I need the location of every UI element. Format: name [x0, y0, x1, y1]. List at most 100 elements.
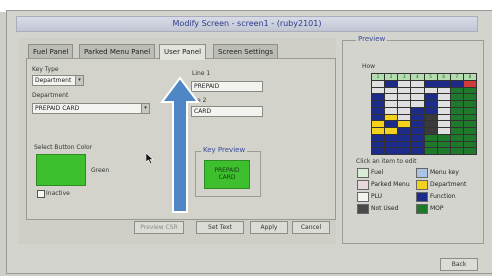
grid-key-cell[interactable]	[437, 134, 450, 141]
grid-key-cell[interactable]	[437, 114, 450, 121]
grid-key-cell[interactable]	[437, 101, 450, 107]
grid-key-cell[interactable]	[372, 87, 385, 94]
grid-key-cell[interactable]	[385, 148, 398, 154]
grid-key-cell[interactable]	[424, 87, 437, 94]
grid-key-cell[interactable]	[385, 87, 398, 94]
grid-key-cell[interactable]	[411, 80, 424, 87]
grid-key-cell[interactable]	[437, 107, 450, 114]
grid-key-cell[interactable]	[385, 121, 398, 127]
grid-key-cell[interactable]	[372, 141, 385, 148]
grid-key-cell[interactable]	[463, 148, 476, 154]
grid-key-cell[interactable]	[398, 80, 411, 87]
grid-key-cell[interactable]	[424, 94, 437, 100]
grid-key-cell[interactable]	[437, 80, 450, 87]
grid-key-cell[interactable]	[372, 107, 385, 114]
grid-key-cell[interactable]: 4	[411, 74, 424, 80]
grid-key-cell[interactable]	[450, 114, 463, 121]
line1-input[interactable]: PREPAID	[191, 81, 263, 92]
grid-key-cell[interactable]	[463, 121, 476, 127]
grid-key-cell[interactable]: 3	[398, 74, 411, 80]
grid-key-cell[interactable]	[437, 121, 450, 127]
grid-key-cell[interactable]	[411, 141, 424, 148]
grid-key-cell[interactable]: 1	[372, 74, 385, 80]
grid-key-cell[interactable]	[450, 94, 463, 100]
preview-key-grid[interactable]: 12345678	[371, 73, 477, 155]
department-select[interactable]: PREPAID CARD ▾	[32, 103, 150, 114]
grid-key-cell[interactable]: 2	[385, 74, 398, 80]
grid-key-cell[interactable]	[411, 134, 424, 141]
grid-key-cell[interactable]	[437, 128, 450, 134]
grid-key-cell[interactable]	[372, 94, 385, 100]
grid-key-cell[interactable]	[411, 107, 424, 114]
grid-key-cell[interactable]	[411, 101, 424, 107]
grid-key-cell[interactable]	[411, 87, 424, 94]
grid-key-cell[interactable]	[437, 87, 450, 94]
grid-key-cell[interactable]	[424, 141, 437, 148]
grid-key-cell[interactable]	[463, 80, 476, 87]
grid-key-cell[interactable]	[411, 94, 424, 100]
grid-key-cell[interactable]	[450, 148, 463, 154]
grid-key-cell[interactable]	[398, 107, 411, 114]
grid-key-cell[interactable]	[398, 148, 411, 154]
grid-key-cell[interactable]	[424, 114, 437, 121]
grid-key-cell[interactable]	[437, 141, 450, 148]
grid-key-cell[interactable]	[450, 134, 463, 141]
button-color-swatch[interactable]	[36, 154, 86, 186]
grid-key-cell[interactable]	[424, 107, 437, 114]
grid-key-cell[interactable]	[463, 101, 476, 107]
grid-key-cell[interactable]	[398, 101, 411, 107]
grid-key-cell[interactable]	[437, 94, 450, 100]
grid-key-cell[interactable]	[398, 121, 411, 127]
grid-key-cell[interactable]	[372, 80, 385, 87]
grid-key-cell[interactable]	[372, 114, 385, 121]
set-text-button[interactable]: Set Text	[196, 221, 244, 234]
grid-key-cell[interactable]	[398, 141, 411, 148]
grid-key-cell[interactable]: 7	[450, 74, 463, 80]
grid-key-cell[interactable]	[463, 87, 476, 94]
grid-key-cell[interactable]	[398, 114, 411, 121]
grid-key-cell[interactable]	[372, 134, 385, 141]
line2-input[interactable]: CARD	[191, 106, 263, 117]
grid-key-cell[interactable]	[372, 101, 385, 107]
grid-key-cell[interactable]	[424, 128, 437, 134]
grid-key-cell[interactable]	[411, 121, 424, 127]
grid-key-cell[interactable]: 8	[463, 74, 476, 80]
grid-key-cell[interactable]	[398, 134, 411, 141]
grid-key-cell[interactable]	[398, 87, 411, 94]
cancel-button[interactable]: Cancel	[292, 221, 330, 234]
grid-key-cell[interactable]	[463, 114, 476, 121]
back-button[interactable]: Back	[440, 258, 478, 271]
grid-key-cell[interactable]	[385, 94, 398, 100]
grid-key-cell[interactable]	[463, 107, 476, 114]
grid-key-cell[interactable]	[463, 141, 476, 148]
grid-key-cell[interactable]	[463, 94, 476, 100]
grid-key-cell[interactable]	[424, 148, 437, 154]
grid-key-cell[interactable]	[372, 148, 385, 154]
key-type-select[interactable]: Department ▾	[32, 75, 84, 86]
grid-key-cell[interactable]	[424, 101, 437, 107]
grid-key-cell[interactable]	[450, 87, 463, 94]
grid-key-cell[interactable]	[411, 114, 424, 121]
grid-key-cell[interactable]	[424, 121, 437, 127]
inactive-checkbox[interactable]	[37, 190, 45, 198]
grid-key-cell[interactable]	[424, 80, 437, 87]
grid-key-cell[interactable]	[450, 128, 463, 134]
tab-user-panel[interactable]: User Panel	[159, 44, 207, 60]
grid-key-cell[interactable]	[385, 107, 398, 114]
grid-key-cell[interactable]	[463, 134, 476, 141]
grid-key-cell[interactable]: 6	[437, 74, 450, 80]
grid-key-cell[interactable]	[450, 141, 463, 148]
grid-key-cell[interactable]	[398, 94, 411, 100]
grid-key-cell[interactable]	[424, 134, 437, 141]
grid-key-cell[interactable]	[411, 148, 424, 154]
grid-key-cell[interactable]	[450, 101, 463, 107]
apply-button[interactable]: Apply	[250, 221, 288, 234]
grid-key-cell[interactable]	[463, 128, 476, 134]
preview-csr-button[interactable]: Preview CSR	[134, 221, 184, 234]
grid-key-cell[interactable]	[385, 128, 398, 134]
grid-key-cell[interactable]	[372, 121, 385, 127]
grid-key-cell[interactable]	[385, 101, 398, 107]
grid-key-cell[interactable]	[385, 114, 398, 121]
grid-key-cell[interactable]	[450, 107, 463, 114]
grid-key-cell[interactable]	[398, 128, 411, 134]
